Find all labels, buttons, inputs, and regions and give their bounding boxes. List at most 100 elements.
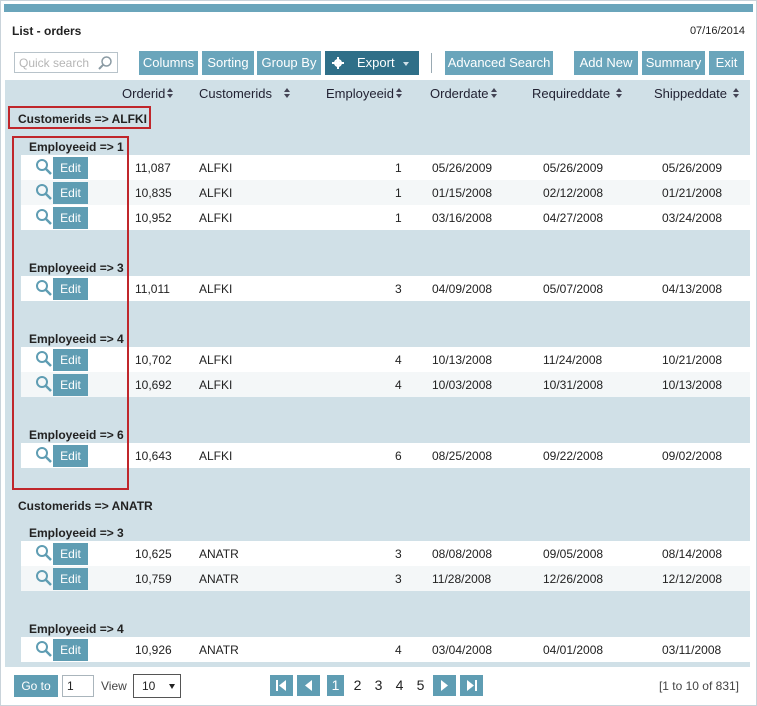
employeeid-cell: 3	[395, 547, 402, 561]
page-size-select[interactable]: 10	[133, 674, 181, 698]
view-record-icon[interactable]	[35, 544, 53, 562]
customerids-cell: ANATR	[199, 643, 239, 657]
summary-button[interactable]: Summary	[642, 51, 705, 75]
sort-icon[interactable]	[283, 88, 290, 99]
column-header-orderdate[interactable]: Orderdate	[430, 86, 497, 101]
add-new-button[interactable]: Add New	[574, 51, 638, 75]
column-header-customerids[interactable]: Customerids	[199, 86, 290, 101]
search-icon[interactable]	[97, 55, 113, 71]
previous-page-button[interactable]	[297, 675, 320, 696]
customerids-cell: ANATR	[199, 572, 239, 586]
table-row[interactable]: Edit 11,087 ALFKI 1 05/26/2009 05/26/2009 05/2…	[21, 155, 750, 180]
requireddate-cell: 10/31/2008	[543, 378, 604, 392]
customerids-cell: ALFKI	[199, 186, 233, 200]
orderid-cell: 10,926	[135, 643, 172, 657]
export-button[interactable]: Export	[325, 51, 419, 75]
sort-icon[interactable]	[167, 88, 174, 99]
exit-button[interactable]: Exit	[709, 51, 744, 75]
view-label: View	[101, 679, 127, 693]
employeeid-cell: 4	[395, 643, 402, 657]
table-row[interactable]: Edit 10,926 ANATR 4 03/04/2008 04/01/2008 03/1…	[21, 637, 750, 662]
column-header-shippeddate[interactable]: Shippeddate	[654, 86, 740, 101]
requireddate-cell: 04/27/2008	[543, 211, 604, 225]
requireddate-cell: 09/22/2008	[543, 449, 604, 463]
next-page-icon	[441, 680, 448, 691]
employeeid-cell: 1	[395, 186, 402, 200]
next-page-button[interactable]	[433, 675, 456, 696]
sort-icon[interactable]	[733, 88, 740, 99]
employeeid-cell: 1	[395, 161, 402, 175]
customerids-cell: ALFKI	[199, 211, 233, 225]
table-row[interactable]: Edit 10,835 ALFKI 1 01/15/2008 02/12/2008 01/2…	[21, 180, 750, 205]
advanced-search-button[interactable]: Advanced Search	[445, 51, 553, 75]
employeeid-cell: 4	[395, 353, 402, 367]
group-by-button[interactable]: Group By	[257, 51, 321, 75]
customerids-cell: ALFKI	[199, 282, 233, 296]
customerids-cell: ALFKI	[199, 353, 233, 367]
orderdate-cell: 08/25/2008	[432, 449, 493, 463]
view-record-icon[interactable]	[35, 640, 53, 658]
shippeddate-cell: 03/11/2008	[662, 643, 722, 657]
edit-button[interactable]: Edit	[53, 568, 88, 590]
requireddate-cell: 05/26/2009	[543, 161, 604, 175]
orderdate-cell: 03/04/2008	[432, 643, 493, 657]
shippeddate-cell: 09/02/2008	[662, 449, 723, 463]
top-accent-bar	[4, 4, 753, 12]
table-row[interactable]: Edit 10,759 ANATR 3 11/28/2008 12/26/2008 12/1…	[21, 566, 750, 591]
first-page-button[interactable]	[270, 675, 293, 696]
employeeid-cell: 4	[395, 378, 402, 392]
requireddate-cell: 02/12/2008	[543, 186, 604, 200]
shippeddate-cell: 12/12/2008	[662, 572, 723, 586]
highlight-customer-group	[8, 106, 151, 129]
grid-header: Orderid Customerids Employeeid Orderdate…	[5, 80, 750, 106]
requireddate-cell: 11/24/2008	[543, 353, 603, 367]
customerids-cell: ALFKI	[199, 449, 233, 463]
gear-icon	[332, 57, 344, 69]
shippeddate-cell: 01/21/2008	[662, 186, 723, 200]
previous-page-icon	[305, 680, 312, 691]
go-to-button[interactable]: Go to	[14, 675, 58, 697]
page-number-3[interactable]: 3	[370, 675, 387, 696]
table-row[interactable]: Edit 11,011 ALFKI 3 04/09/2008 05/07/2008 04/1…	[21, 276, 750, 301]
sort-icon[interactable]	[490, 88, 497, 99]
shippeddate-cell: 04/13/2008	[662, 282, 723, 296]
page-number-4[interactable]: 4	[391, 675, 408, 696]
last-page-icon	[467, 680, 477, 691]
edit-button[interactable]: Edit	[53, 639, 88, 661]
sorting-button[interactable]: Sorting	[202, 51, 254, 75]
view-record-icon[interactable]	[35, 569, 53, 587]
column-header-orderid[interactable]: Orderid	[122, 86, 174, 101]
column-header-employeeid[interactable]: Employeeid	[326, 86, 402, 101]
quick-search-box[interactable]	[14, 52, 118, 73]
shippeddate-cell: 08/14/2008	[662, 547, 723, 561]
employeeid-cell: 1	[395, 211, 402, 225]
sort-icon[interactable]	[616, 88, 623, 99]
export-label: Export	[357, 55, 395, 70]
table-row[interactable]: Edit 10,692 ALFKI 4 10/03/2008 10/31/2008 10/1…	[21, 372, 750, 397]
pagination-bar: Go to 1 View 10 1 2 3 4 5 [1 to 10 of 83…	[0, 668, 757, 706]
requireddate-cell: 05/07/2008	[543, 282, 604, 296]
table-row[interactable]: Edit 10,625 ANATR 3 08/08/2008 09/05/2008 08/1…	[21, 541, 750, 566]
shippeddate-cell: 03/24/2008	[662, 211, 723, 225]
chevron-down-icon	[403, 62, 409, 66]
table-row[interactable]: Edit 10,952 ALFKI 1 03/16/2008 04/27/2008 03/2…	[21, 205, 750, 230]
column-header-requireddate[interactable]: Requireddate	[532, 86, 623, 101]
orderid-cell: 11,087	[135, 161, 171, 175]
page-number-2[interactable]: 2	[349, 675, 366, 696]
page-number-input[interactable]: 1	[62, 675, 94, 697]
record-range: [1 to 10 of 831]	[658, 679, 739, 693]
last-page-button[interactable]	[460, 675, 483, 696]
columns-button[interactable]: Columns	[139, 51, 198, 75]
orderdate-cell: 03/16/2008	[432, 211, 493, 225]
highlight-employee-groups	[12, 136, 129, 490]
orderid-cell: 10,952	[135, 211, 172, 225]
page-number-5[interactable]: 5	[412, 675, 429, 696]
page-number-1[interactable]: 1	[327, 675, 344, 696]
table-row[interactable]: Edit 10,643 ALFKI 6 08/25/2008 09/22/2008 09/0…	[21, 443, 750, 468]
orderid-cell: 10,643	[135, 449, 172, 463]
table-row[interactable]: Edit 10,702 ALFKI 4 10/13/2008 11/24/2008 10/2…	[21, 347, 750, 372]
quick-search-input[interactable]	[15, 53, 99, 72]
orderdate-cell: 04/09/2008	[432, 282, 493, 296]
sort-icon[interactable]	[395, 88, 402, 99]
edit-button[interactable]: Edit	[53, 543, 88, 565]
